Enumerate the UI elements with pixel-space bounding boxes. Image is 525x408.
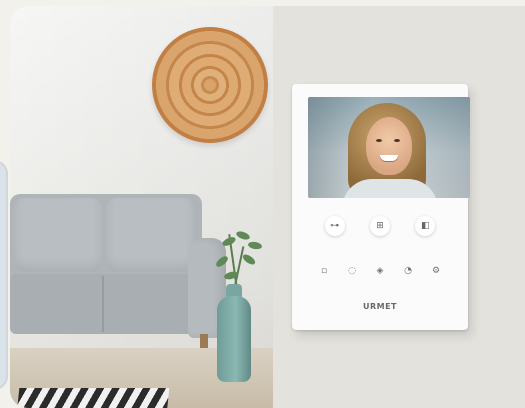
key-icon[interactable]: ⊶: [324, 216, 345, 236]
settings-icon[interactable]: ⚙: [429, 264, 443, 278]
gate-icon[interactable]: ⊞: [369, 216, 390, 236]
wicker-wall-basket: [152, 27, 268, 143]
sofa-cushion: [106, 198, 194, 272]
visitor-eye: [376, 139, 382, 142]
striped-rug: [16, 388, 170, 408]
sofa-seat-divider: [102, 276, 104, 332]
visitor-face: [366, 117, 412, 175]
brand-logo: URMET: [362, 302, 398, 311]
visitor-eye: [394, 139, 400, 142]
sofa-cushion: [14, 198, 102, 272]
sofa-seat: [10, 274, 215, 334]
primary-button-row: ⊶ ⊞ ◧: [292, 216, 468, 236]
video-intercom-device: ⊶ ⊞ ◧ ▫ ◌ ◈ ◔ ⚙ URMET: [292, 84, 470, 330]
adjacent-card-edge: [0, 160, 8, 390]
bell-icon[interactable]: ◌: [345, 264, 359, 278]
intercom-video-screen: [308, 97, 470, 198]
light-icon[interactable]: ▫: [317, 264, 331, 278]
secondary-button-row: ▫ ◌ ◈ ◔ ⚙: [292, 264, 468, 278]
door-open-icon[interactable]: ◧: [415, 216, 436, 236]
ceramic-vase: [217, 296, 251, 382]
living-room-photo: [10, 6, 273, 408]
intercom-icon[interactable]: ◔: [401, 264, 415, 278]
mute-icon[interactable]: ◈: [373, 264, 387, 278]
